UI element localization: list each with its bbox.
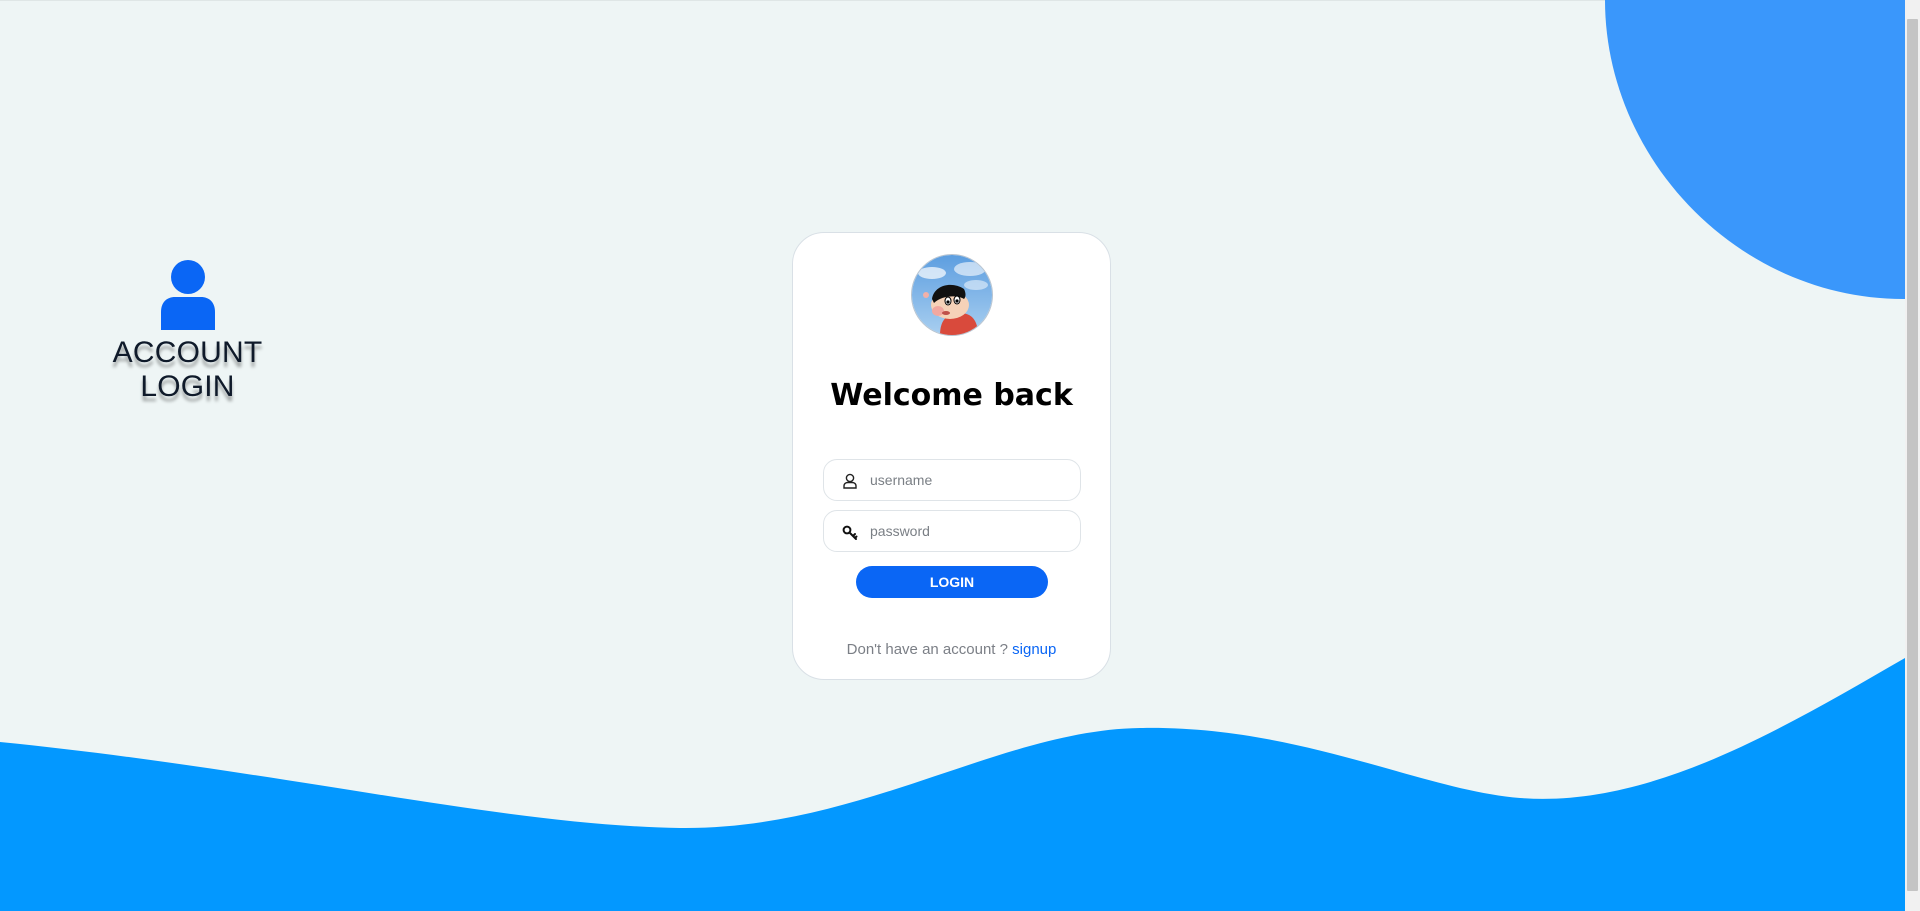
avatar-image [912,255,992,335]
corner-blob [1605,0,1905,300]
user-icon [160,260,215,330]
login-page: ACCOUNT LOGIN Welcome back username LOGI… [0,0,1920,911]
signup-link[interactable]: signup [1012,641,1056,658]
key-icon [842,525,858,540]
password-input[interactable] [870,511,1070,551]
bottom-wave [0,658,1905,911]
user-outline-icon [843,473,857,489]
password-field[interactable] [823,510,1081,552]
signup-prompt-text: Don't have an account ? [846,641,1008,658]
signup-prompt: Don't have an account ? signup [793,641,1110,658]
brand-title: ACCOUNT LOGIN [112,336,263,403]
avatar [911,254,993,336]
brand-block: ACCOUNT LOGIN [70,258,305,404]
scrollbar-thumb[interactable] [1907,19,1918,891]
username-field[interactable] [823,459,1081,501]
login-card: Welcome back LOGIN Don't have an account… [792,232,1111,680]
username-input[interactable] [870,460,1070,500]
vertical-scrollbar[interactable] [1905,0,1920,911]
welcome-title: Welcome back [830,378,1073,413]
login-button[interactable]: LOGIN [856,566,1048,598]
